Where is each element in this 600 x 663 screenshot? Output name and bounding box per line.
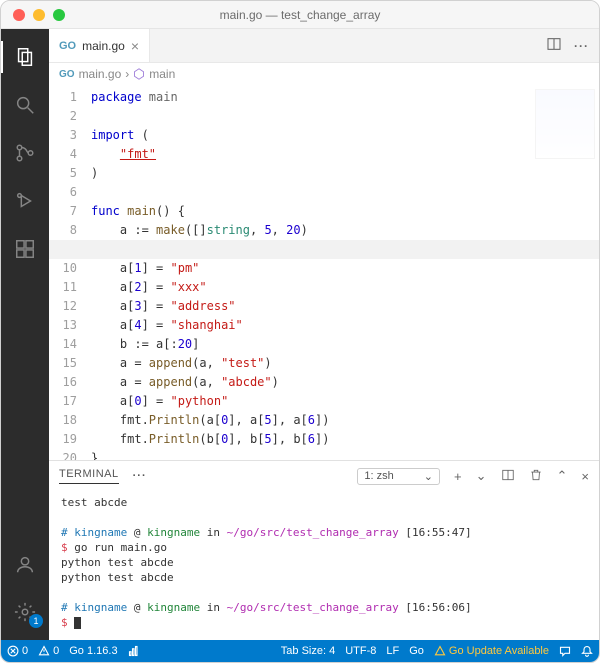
code-content[interactable]: package main import ( "fmt") func main()… (91, 85, 599, 460)
line-gutter: 123456789101112131415161718192021 (49, 85, 91, 460)
status-tab-size[interactable]: Tab Size: 4 (281, 645, 335, 657)
editor-more-icon[interactable]: ··· (574, 39, 589, 53)
accounts-button[interactable] (1, 544, 49, 584)
breadcrumb[interactable]: GO main.go › main (49, 63, 599, 85)
go-file-icon: GO (59, 40, 76, 52)
activity-bar: 1 (1, 29, 49, 640)
zoom-window-button[interactable] (53, 9, 65, 21)
status-analysis-icon[interactable] (128, 645, 140, 657)
active-line-highlight (49, 240, 599, 259)
breadcrumb-file: main.go (79, 67, 122, 81)
shell-select-label: 1: zsh (364, 470, 393, 482)
status-warnings[interactable]: 0 (38, 645, 59, 657)
terminal-content[interactable]: test abcde # kingname @ kingname in ~/go… (49, 491, 599, 640)
code-editor[interactable]: 123456789101112131415161718192021 packag… (49, 85, 599, 460)
status-go-version[interactable]: Go 1.16.3 (69, 645, 117, 657)
tab-main-go[interactable]: GO main.go × (49, 29, 150, 62)
close-panel-icon[interactable]: × (581, 469, 589, 484)
search-button[interactable] (1, 85, 49, 125)
source-control-button[interactable] (1, 133, 49, 173)
minimize-window-button[interactable] (33, 9, 45, 21)
close-tab-icon[interactable]: × (131, 38, 139, 54)
status-bell-icon[interactable] (581, 645, 593, 657)
status-feedback-icon[interactable] (559, 645, 571, 657)
extensions-button[interactable] (1, 229, 49, 269)
status-eol[interactable]: LF (386, 645, 399, 657)
explorer-button[interactable] (1, 37, 49, 77)
panel-more-icon[interactable]: ··· (133, 470, 147, 482)
close-window-button[interactable] (13, 9, 25, 21)
chevron-down-icon[interactable]: ⌄ (476, 468, 487, 484)
debug-button[interactable] (1, 181, 49, 221)
window-titlebar: main.go — test_change_array (1, 1, 599, 29)
breadcrumb-symbol: main (149, 67, 175, 81)
minimap[interactable] (535, 89, 595, 159)
status-language[interactable]: Go (409, 645, 424, 657)
status-encoding[interactable]: UTF-8 (345, 645, 376, 657)
split-terminal-icon[interactable] (501, 468, 515, 485)
panel-tab-terminal[interactable]: TERMINAL (59, 468, 119, 484)
window-controls (13, 9, 65, 21)
new-terminal-icon[interactable]: + (454, 469, 462, 484)
trash-icon[interactable] (529, 468, 543, 485)
status-bar: 0 0 Go 1.16.3 Tab Size: 4 UTF-8 LF Go Go… (1, 640, 599, 662)
terminal-shell-select[interactable]: 1: zsh ⌄ (357, 468, 440, 485)
go-file-icon: GO (59, 69, 75, 80)
editor-tabs: GO main.go × ··· (49, 29, 599, 63)
terminal-panel: TERMINAL ··· 1: zsh ⌄ + ⌄ ⌃ × test abcde… (49, 460, 599, 640)
status-go-update[interactable]: Go Update Available (434, 645, 549, 657)
tab-label: main.go (82, 39, 125, 53)
chevron-up-icon[interactable]: ⌃ (557, 468, 568, 484)
split-view-icon[interactable] (546, 36, 562, 55)
window-title: main.go — test_change_array (1, 8, 599, 22)
status-errors[interactable]: 0 (7, 645, 28, 657)
chevron-right-icon: › (125, 67, 129, 81)
settings-button[interactable]: 1 (1, 592, 49, 632)
settings-badge: 1 (29, 614, 43, 628)
func-icon (133, 68, 145, 80)
chevron-down-icon: ⌄ (424, 470, 433, 483)
